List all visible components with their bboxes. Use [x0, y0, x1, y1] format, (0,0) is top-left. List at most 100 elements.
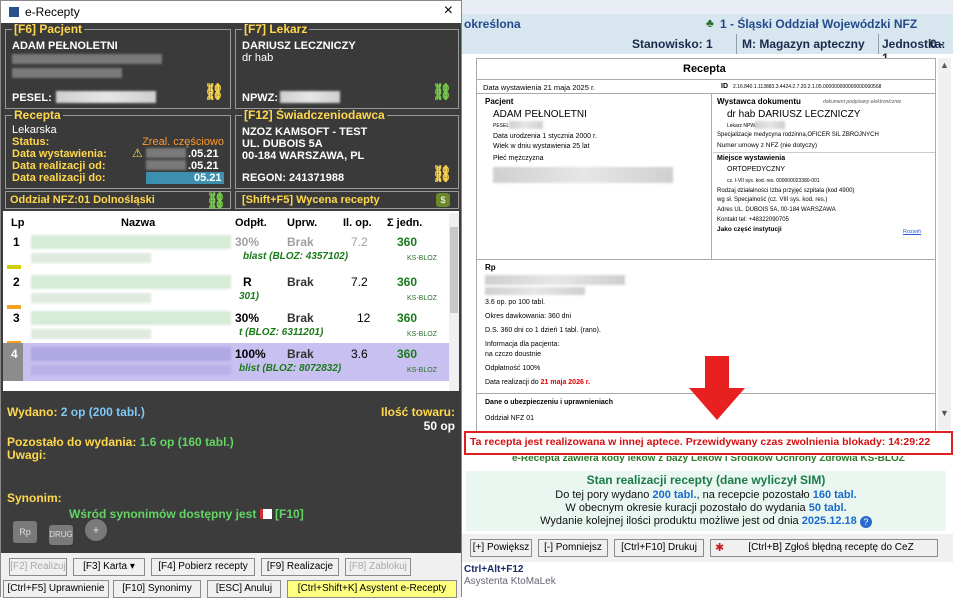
- row-entitlement: Brak: [287, 235, 314, 249]
- row-entitlement: Brak: [287, 311, 314, 325]
- doc-pesel: PESEL: [493, 123, 510, 129]
- row-bloz-text: blist (BLOZ: 8072832): [239, 363, 342, 374]
- summary-area: Wydano: 2 op (200 tabl.) Ilość towaru: 5…: [3, 393, 459, 553]
- card-button[interactable]: [F3] Karta ▾: [73, 558, 145, 576]
- redacted-npwz: [755, 121, 785, 129]
- status-text: W obecnym okresie kuracji pozostało do w…: [565, 502, 806, 514]
- scroll-down-icon[interactable]: ▼: [940, 408, 949, 418]
- doc-birth-date: Data urodzenia 1 stycznia 2000 r.: [493, 133, 597, 140]
- link-icon[interactable]: ⛓: [206, 191, 226, 211]
- remaining-value: 1.6 op (160 tabl.): [139, 435, 234, 449]
- redacted-address: [493, 167, 673, 183]
- bloz-link[interactable]: KS-BLOZ: [407, 331, 437, 338]
- remaining: Pozostało do wydania: 1.6 op (160 tabl.): [7, 435, 234, 449]
- status-line-1: Do tej pory wydano 200 tabl., na recepci…: [466, 489, 946, 501]
- doc-id-label: ID: [721, 83, 728, 90]
- close-icon[interactable]: ×: [444, 2, 453, 20]
- app-icon: [9, 7, 19, 17]
- doc-contract: Numer umowy z NFZ (nie dotyczy): [717, 142, 818, 149]
- doc-expand-link[interactable]: Rozwiń: [903, 229, 921, 235]
- doc-nfz-branch: Oddział NFZ 01: [485, 415, 535, 422]
- col-name: Nazwa: [121, 217, 156, 229]
- nfz-branch-bar[interactable]: Oddział NFZ:01 Dolnośląski ⛓: [5, 191, 231, 211]
- realize-button[interactable]: [F2] Realizuj: [9, 558, 67, 576]
- provider-street: UL. DUBOIS 5A: [242, 138, 323, 150]
- link-icon[interactable]: ⛓: [432, 82, 452, 102]
- button-bar: [F2] Realizuj [F3] Karta ▾ [F4] Pobierz …: [1, 553, 461, 598]
- synonyms-button[interactable]: [F10] Synonimy: [113, 580, 201, 598]
- redacted-pesel: [56, 91, 156, 103]
- row-packages: 3.6: [351, 347, 368, 361]
- doc-realization-label: Data realizacji do: [485, 379, 539, 386]
- scrollbar-thumb[interactable]: [450, 227, 458, 313]
- synonym-key[interactable]: [F10]: [275, 507, 304, 521]
- divider: [477, 259, 935, 260]
- provider-regon: REGON: 241371988: [242, 172, 345, 184]
- link-icon[interactable]: ⛓: [432, 164, 452, 184]
- status-dispensed: 200 tabl.: [652, 489, 697, 501]
- row-bloz-text: t (BLOZ: 6311201): [239, 327, 324, 338]
- doctor-title: dr hab: [242, 52, 274, 64]
- provider-name: NZOZ KAMSOFT - TEST: [242, 126, 368, 138]
- row-payment: 30%: [235, 235, 260, 249]
- zoom-in-button[interactable]: [+] Powiększ: [470, 539, 532, 557]
- doc-address: Adres UL. DUBOIS 5A, 00-184 WARSZAWA: [717, 207, 836, 213]
- lock-button[interactable]: [F8] Zablokuj: [345, 558, 411, 576]
- prescription-legend: Recepta: [12, 108, 63, 122]
- row-lp: 1: [13, 235, 20, 249]
- status-label: Status:: [12, 136, 50, 148]
- realizations-button[interactable]: [F9] Realizacje: [261, 558, 339, 576]
- report-error-button[interactable]: ✱ [Ctrl+B] Zgłoś błędną receptę do CeZ: [710, 539, 938, 557]
- doc-specialization: Specjalizacje medycyna rodzinna,OFICER S…: [717, 132, 879, 138]
- rx-icon[interactable]: Rp: [13, 521, 37, 543]
- dispensed: Wydano: 2 op (200 tabl.): [7, 405, 145, 419]
- doctor-panel[interactable]: [F7] Lekarz DARIUSZ LECZNICZY dr hab NPW…: [235, 23, 459, 109]
- table-row-selected[interactable]: 4 100% Brak 3.6 360 blist (BLOZ: 8072832…: [3, 343, 449, 381]
- status-remaining: 160 tabl.: [812, 489, 857, 501]
- document-scrollbar[interactable]: ▲ ▼: [938, 58, 951, 430]
- redacted-drug-name: [31, 311, 231, 325]
- bloz-link[interactable]: KS-BLOZ: [407, 367, 437, 374]
- row-units: 360: [397, 347, 418, 361]
- redacted-year: [146, 160, 186, 170]
- doc-activity: Rodzaj działalności Izba przyjęć szpital…: [717, 188, 855, 194]
- patient-panel[interactable]: [F6] Pacjent ADAM PEŁNOLETNI PESEL: ⛓: [5, 23, 231, 109]
- bug-icon: ✱: [715, 542, 725, 554]
- drug-icon[interactable]: DRUG: [49, 525, 73, 545]
- link-icon[interactable]: ⛓: [204, 82, 224, 102]
- doc-contact: Kontakt tel: +48322090705: [717, 217, 789, 223]
- scroll-up-icon[interactable]: ▲: [940, 60, 949, 70]
- cancel-button[interactable]: [ESC] Anuluj: [207, 580, 281, 598]
- stock-value: 50 op: [423, 419, 455, 433]
- fetch-prescriptions-button[interactable]: [F4] Pobierz recepty: [151, 558, 255, 576]
- doc-info-text: na czczo doustnie: [485, 351, 542, 358]
- header-row-2: Stanowisko: 1 M: Magazyn apteczny Jednos…: [462, 34, 953, 65]
- print-button[interactable]: [Ctrl+F10] Drukuj: [614, 539, 704, 557]
- warehouse: M: Magazyn apteczny: [742, 37, 865, 51]
- row-payment: 30%: [235, 311, 260, 325]
- entitlement-button[interactable]: [Ctrl+F5] Uprawnienie: [3, 580, 109, 598]
- medication-table: Lp Nazwa Odpłt. Uprw. Il. op. Σ jedn. 1 …: [3, 211, 459, 391]
- synonym-label: Synonim:: [7, 491, 62, 505]
- realization-to-label: Data realizacji do:: [12, 172, 106, 184]
- table-scrollbar[interactable]: [449, 213, 459, 391]
- table-row[interactable]: 2 R Brak 7.2 360 301) KS-BLOZ: [3, 271, 449, 309]
- footer-keys: Ctrl+Alt+F12: [464, 564, 524, 575]
- prescription-type: Lekarska: [12, 124, 57, 136]
- doc-place-heading: Miejsce wystawienia: [717, 155, 786, 162]
- divider: [711, 94, 712, 259]
- doc-id-value: 2.16.840.1.113883.3.4424.2.7.20.2.1.05.0…: [733, 84, 882, 90]
- user-add-icon[interactable]: +: [85, 519, 107, 541]
- bloz-link[interactable]: KS-BLOZ: [407, 295, 437, 302]
- npwz-label: NPWZ:: [242, 92, 279, 104]
- provider-panel[interactable]: [F12] Świadczeniodawca NZOZ KAMSOFT - TE…: [235, 109, 459, 189]
- window-title: e-Recepty: [25, 5, 80, 19]
- pricing-bar[interactable]: [Shift+F5] Wycena recepty $: [235, 191, 459, 209]
- zoom-out-button[interactable]: [-] Pomniejsz: [538, 539, 608, 557]
- bloz-link[interactable]: KS-BLOZ: [407, 255, 437, 262]
- help-icon[interactable]: ?: [859, 516, 872, 528]
- assistant-button[interactable]: [Ctrl+Shift+K] Asystent e-Recepty: [287, 580, 457, 598]
- table-row[interactable]: 1 30% Brak 7.2 360 blast (BLOZ: 4357102)…: [3, 231, 449, 269]
- table-row[interactable]: 3 30% Brak 12 360 t (BLOZ: 6311201) KS-B…: [3, 307, 449, 345]
- header-row-1: określona ♣ 1 - Śląski Oddział Wojewódzk…: [462, 14, 953, 34]
